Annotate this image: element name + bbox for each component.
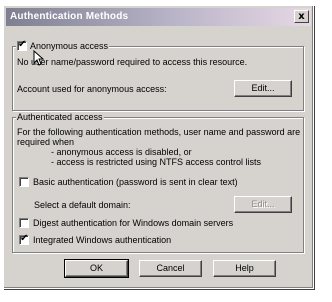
basic-authentication-option[interactable]: Basic authentication (password is sent i…	[19, 177, 238, 187]
default-domain-label: Select a default domain:	[34, 200, 131, 210]
checkmark-icon: ✔	[20, 233, 29, 244]
anonymous-access-legend: ✔ Anonymous access	[16, 39, 110, 51]
integrated-windows-authentication-label: Integrated Windows authentication	[33, 235, 172, 245]
authenticated-access-label: Authenticated access	[17, 112, 103, 122]
integrated-windows-authentication-option[interactable]: ✔ Integrated Windows authentication	[19, 233, 172, 245]
digest-authentication-checkbox[interactable]	[19, 218, 29, 228]
anonymous-access-group: ✔ Anonymous access No user name/password…	[12, 39, 304, 111]
cancel-button[interactable]: Cancel	[139, 260, 202, 277]
authentication-methods-dialog: Authentication Methods x ✔ Anonymous acc…	[3, 5, 314, 289]
anonymous-access-checkbox[interactable]: ✔	[17, 39, 27, 51]
basic-authentication-checkbox[interactable]	[19, 177, 29, 187]
authenticated-access-group: Authenticated access For the following a…	[12, 112, 304, 253]
dialog-title: Authentication Methods	[10, 11, 129, 22]
close-button[interactable]: x	[294, 10, 309, 23]
authenticated-access-legend: Authenticated access	[16, 112, 104, 122]
anonymous-description: No user name/password required to access…	[17, 57, 248, 67]
authenticated-description-line-3: - anonymous access is disabled, or	[51, 147, 192, 157]
default-domain-edit-button[interactable]: Edit...	[234, 196, 292, 213]
ok-button[interactable]: OK	[64, 259, 129, 278]
digest-authentication-label: Digest authentication for Windows domain…	[33, 218, 234, 228]
close-icon: x	[298, 11, 305, 22]
checkmark-icon: ✔	[18, 39, 27, 50]
digest-authentication-option[interactable]: Digest authentication for Windows domain…	[19, 218, 233, 228]
title-bar[interactable]: Authentication Methods x	[6, 8, 311, 26]
help-button[interactable]: Help	[213, 260, 276, 277]
authenticated-description-line-1: For the following authentication methods…	[17, 127, 301, 137]
anonymous-account-label: Account used for anonymous access:	[17, 84, 167, 94]
anonymous-edit-button[interactable]: Edit...	[234, 80, 292, 97]
mouse-pointer-icon	[33, 50, 45, 66]
integrated-windows-authentication-checkbox[interactable]: ✔	[19, 233, 29, 245]
authenticated-description-line-4: - access is restricted using NTFS access…	[51, 157, 262, 167]
basic-authentication-label: Basic authentication (password is sent i…	[33, 177, 238, 187]
authenticated-description-line-2: required when	[17, 137, 75, 147]
